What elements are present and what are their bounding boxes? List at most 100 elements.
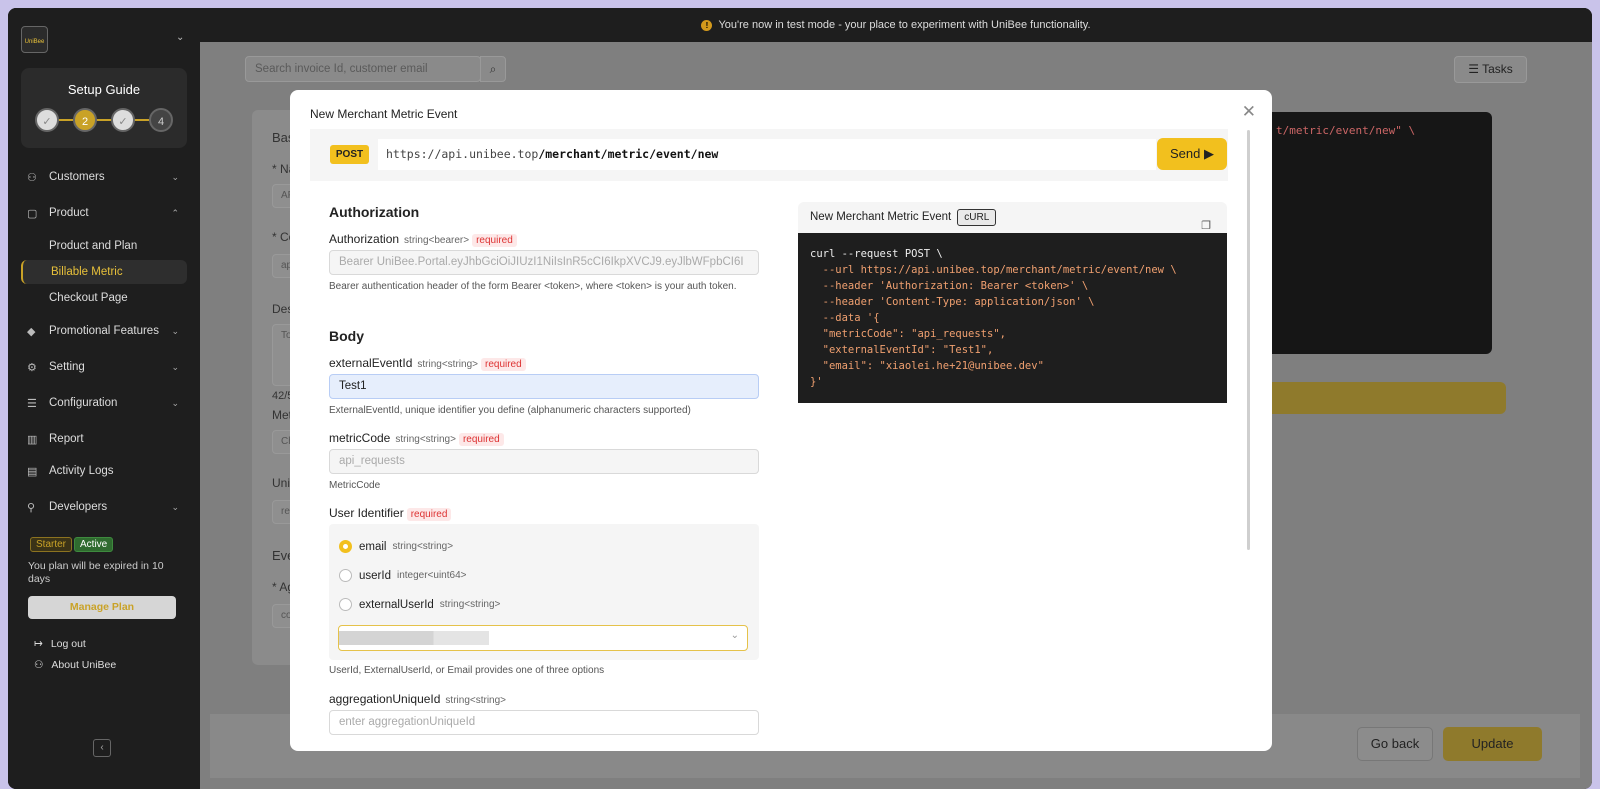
code-sample-panel: New Merchant Metric Event cURL ❐ curl --re… [798,202,1227,403]
gem-icon: ◆ [27,325,36,338]
code-line: "email": "xiaolei.he+21@unibee.dev" [810,360,1044,372]
curl-tab[interactable]: cURL [957,209,997,226]
chevron-down-icon: ⌄ [171,325,179,336]
sidebar-item-product[interactable]: ▢ Product ⌃ [21,200,187,226]
code-line: "metricCode": "api_requests", [810,328,1006,340]
send-button[interactable]: Send ▶ [1157,138,1227,170]
warning-icon: ! [701,20,713,31]
aggregation-unique-id-input[interactable]: enter aggregationUniqueId [329,710,759,735]
chevron-down-icon: ⌄ [171,501,179,512]
setup-steps: ✓ 2 ✓ 4 [35,108,175,134]
metric-code-help: MetricCode [329,480,381,491]
collapse-sidebar-button[interactable]: ‹ [93,739,111,757]
new-metric-event-modal: New Merchant Metric Event ✕ POST https:/… [290,90,1272,751]
external-event-id-help: ExternalEventId, unique identifier you d… [329,405,691,416]
code-sample-header: New Merchant Metric Event cURL ❐ [798,202,1227,233]
bg-code-block: t/metric/event/new" \ [1266,112,1492,354]
user-identifier-help: UserId, ExternalUserId, or Email provide… [329,665,605,676]
step-2[interactable]: 2 [73,108,97,132]
plan-badge-active: Active [74,537,114,552]
request-url: https://api.unibee.top/merchant/metric/e… [378,139,1156,170]
code-line: "externalEventId": "Test1", [810,344,994,356]
chevron-down-icon: ⌄ [171,397,179,408]
external-event-id-label: externalEventId string<string> required [329,356,526,371]
authorization-label: Authorization string<bearer> required [329,232,517,247]
sidebar-item-checkout-page[interactable]: Checkout Page [21,286,187,310]
metric-code-input[interactable]: api_requests [329,449,759,474]
users-icon: ⚇ [27,171,37,184]
logout-icon: ↦ [34,638,43,650]
plan-badge-starter: Starter [30,537,73,552]
code-line: curl --request POST \ [810,248,943,260]
chevron-down-icon[interactable]: ⌄ [176,32,184,43]
radio-icon [339,569,352,582]
gear-icon: ⚙ [27,361,37,374]
sidebar-item-customers[interactable]: ⚇ Customers ⌄ [21,164,187,190]
sidebar-item-activity-logs[interactable]: ▤ Activity Logs [21,458,187,484]
plan-expiry-note: You plan will be expired in 10 days [28,560,164,585]
sidebar-item-configuration[interactable]: ☰ Configuration ⌄ [21,390,187,416]
tasks-button[interactable]: ☰ Tasks [1454,56,1527,83]
external-event-id-input[interactable]: Test1 [329,374,759,399]
email-select-value [339,631,489,645]
test-mode-banner: ! You're now in test mode - your place to… [200,8,1592,42]
chevron-down-icon: ⌄ [171,361,179,372]
code-line: --url https://api.unibee.top/merchant/me… [810,264,1177,276]
radio-selected-icon [339,540,352,553]
code-line: --header 'Content-Type: application/json… [810,296,1095,308]
search-icon[interactable]: ⌕ [480,56,506,82]
radio-external-user-id[interactable]: externalUserId string<string> [339,598,500,611]
sidebar-item-promotional-features[interactable]: ◆ Promotional Features ⌄ [21,318,187,344]
email-select[interactable]: ⌄ [338,625,748,651]
radio-email[interactable]: email string<string> [339,540,453,553]
user-identifier-label: User Identifier required [329,506,452,521]
code-line: --data '{ [810,312,880,324]
radio-user-id[interactable]: userId integer<uint64> [339,569,466,582]
about-link[interactable]: ⚇ About UniBee [34,659,116,671]
sidebar: UniBee ⌄ Setup Guide ✓ 2 ✓ 4 ⚇ Customers ⌄… [8,8,200,789]
chevron-down-icon: ⌄ [730,630,739,641]
user-identifier-group: email string<string> userId integer<uint64… [329,524,759,660]
modal-scrollbar[interactable] [1247,130,1250,550]
update-button[interactable]: Update [1443,727,1542,761]
log-icon: ▤ [27,465,38,478]
code-line: --header 'Authorization: Bearer <token>'… [810,280,1089,292]
search-input[interactable]: Search invoice Id, customer email [245,56,481,82]
method-badge: POST [330,145,369,164]
chevron-down-icon: ⌄ [171,171,179,182]
radio-icon [339,598,352,611]
setup-guide-title: Setup Guide [67,82,141,97]
about-icon: ⚇ [34,659,44,671]
step-4[interactable]: 4 [149,108,173,132]
plan-badges: Starter Active [30,536,115,552]
close-icon[interactable]: ✕ [1242,102,1256,122]
curl-code: curl --request POST \ --url https://api.… [798,233,1227,403]
sidebar-item-report[interactable]: ▥ Report [21,426,187,452]
metric-code-label: metricCode string<string> required [329,431,504,446]
code-icon: ⚲ [27,501,36,514]
step-3-check-icon[interactable]: ✓ [111,108,135,132]
aggregation-unique-id-label: aggregationUniqueId string<string> [329,692,507,706]
sidebar-item-setting[interactable]: ⚙ Setting ⌄ [21,354,187,380]
authorization-input[interactable]: Bearer UniBee.Portal.eyJhbGciOiJIUzI1NiI… [329,250,759,275]
chart-icon: ▥ [27,433,38,446]
chevron-up-icon: ⌃ [171,207,179,218]
modal-title: New Merchant Metric Event [310,107,458,121]
manage-plan-button[interactable]: Manage Plan [28,596,176,619]
logo[interactable]: UniBee [21,26,48,53]
sidebar-item-billable-metric[interactable]: Billable Metric [21,260,187,284]
section-authorization: Authorization [329,204,420,220]
bag-icon: ▢ [27,207,38,220]
sidebar-item-product-and-plan[interactable]: Product and Plan [21,234,187,258]
section-body: Body [329,328,364,344]
authorization-help: Bearer authentication header of the form… [329,281,737,292]
bg-submit-bar [1266,382,1506,414]
go-back-button[interactable]: Go back [1357,727,1433,761]
sliders-icon: ☰ [27,397,37,410]
request-bar: POST https://api.unibee.top/merchant/met… [310,129,1228,181]
sidebar-item-developers[interactable]: ⚲ Developers ⌄ [21,494,187,520]
code-line: }' [810,376,823,388]
setup-guide[interactable]: Setup Guide ✓ 2 ✓ 4 [21,68,187,148]
logout-link[interactable]: ↦ Log out [34,638,86,650]
step-1-check-icon[interactable]: ✓ [35,108,59,132]
